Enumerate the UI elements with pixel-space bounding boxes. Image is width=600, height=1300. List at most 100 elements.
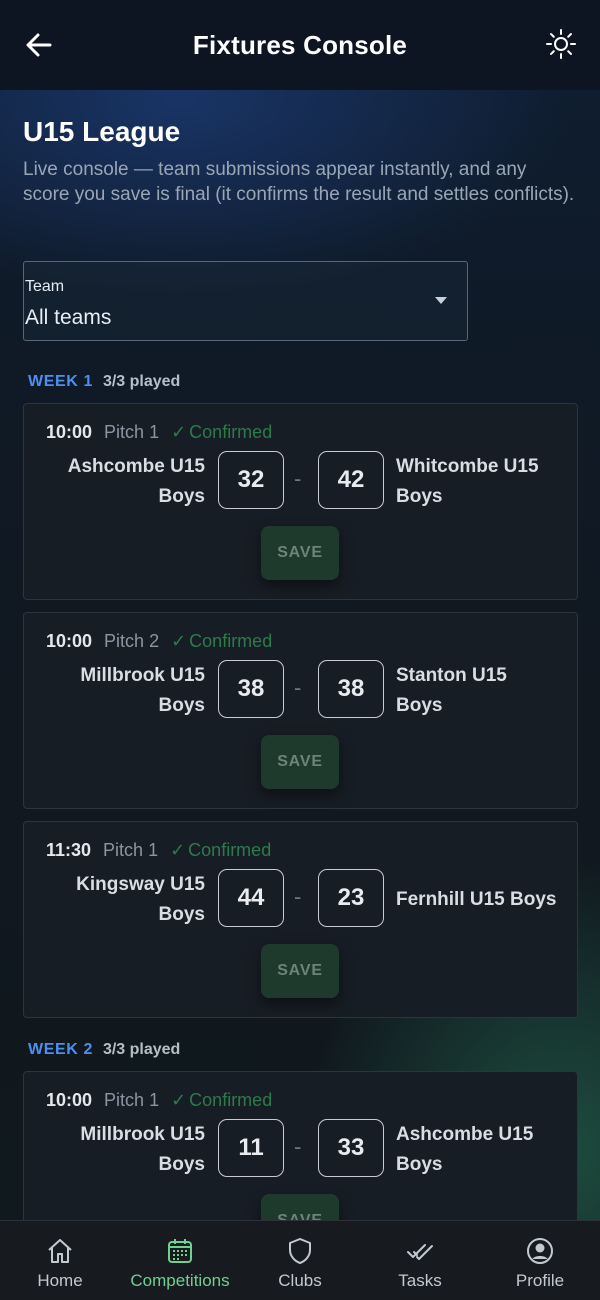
fixture-meta: 10:00 Pitch 2 ✓ Confirmed [46, 631, 272, 652]
nav-label: Tasks [398, 1271, 442, 1290]
away-team-line: Stanton U15 [396, 665, 507, 686]
home-team-line: Boys [158, 486, 205, 507]
week-label: WEEK 2 [28, 1041, 93, 1058]
home-team-line: Boys [158, 904, 205, 925]
home-score-input[interactable]: 11 [218, 1119, 284, 1177]
nav-label: Clubs [278, 1271, 322, 1290]
away-score-input[interactable]: 23 [318, 869, 384, 927]
home-team-line: Ashcombe U15 [67, 456, 205, 477]
league-description: Live console — team submissions appear i… [23, 159, 575, 205]
fixture-pitch: Pitch 1 [104, 1090, 160, 1110]
nav-label: Competitions [130, 1271, 230, 1290]
score-separator: - [294, 884, 302, 909]
team-select-value: All teams [25, 306, 112, 329]
home-team-line: Millbrook U15 [80, 665, 205, 686]
fixture-card: 10:00 Pitch 1 ✓ Confirmed Millbrook U15 Bo… [23, 1071, 578, 1220]
home-team-line: Kingsway U15 [76, 874, 205, 895]
fixture-meta: 11:30 Pitch 1 ✓ Confirmed [46, 840, 271, 861]
week-header: WEEK 2 3/3 played [28, 1041, 180, 1059]
nav-label: Home [37, 1271, 83, 1290]
away-team-line: Boys [396, 486, 443, 507]
double-check-icon [404, 1235, 436, 1267]
fixture-time: 10:00 [46, 631, 93, 651]
away-team-line: Boys [396, 695, 443, 716]
app-bar: Fixtures Console [0, 0, 600, 90]
arrow-left-icon [26, 33, 52, 57]
away-team-name: Stanton U15 Boys [396, 661, 571, 721]
save-button[interactable]: SAVE [261, 1194, 339, 1220]
home-score-input[interactable]: 32 [218, 451, 284, 509]
status-badge: ✓ Confirmed [170, 840, 271, 861]
check-icon: ✓ [171, 422, 187, 442]
week-header: WEEK 1 3/3 played [28, 373, 180, 391]
check-icon: ✓ [171, 1090, 187, 1110]
nav-item-competitions[interactable]: Competitions [120, 1221, 240, 1300]
score-separator: - [294, 466, 302, 491]
check-icon: ✓ [170, 840, 186, 860]
home-score-input[interactable]: 38 [218, 660, 284, 718]
score-separator: - [294, 1134, 302, 1159]
team-select[interactable]: Team All teams [23, 261, 468, 341]
home-team-line: Boys [158, 1154, 205, 1175]
team-select-label: Team [25, 278, 65, 295]
away-team-name: Ashcombe U15 Boys [396, 1120, 571, 1180]
fixture-time: 10:00 [46, 422, 93, 442]
away-team-line: Ashcombe U15 [396, 1124, 534, 1145]
save-button[interactable]: SAVE [261, 944, 339, 998]
fixture-time: 11:30 [46, 840, 92, 860]
fixture-time: 10:00 [46, 1090, 93, 1110]
week-label: WEEK 1 [28, 373, 93, 390]
bottom-navigation: Home Competitions Clubs Tasks Profile [0, 1220, 600, 1300]
away-team-name: Fernhill U15 Boys [396, 885, 571, 915]
status-badge: ✓ Confirmed [171, 631, 272, 652]
nav-label: Profile [515, 1271, 565, 1290]
sun-icon [546, 29, 576, 59]
nav-item-clubs[interactable]: Clubs [240, 1221, 360, 1300]
back-button[interactable] [22, 28, 56, 62]
status-text: Confirmed [188, 840, 272, 860]
nav-item-home[interactable]: Home [0, 1221, 120, 1300]
home-team-name: Millbrook U15 Boys [45, 1120, 205, 1180]
away-team-line: Whitcombe U15 [396, 456, 539, 477]
check-icon: ✓ [171, 631, 187, 651]
fixture-pitch: Pitch 1 [104, 422, 160, 442]
chevron-down-icon [435, 297, 447, 304]
fixture-card: 10:00 Pitch 1 ✓ Confirmed Ashcombe U15 Boy… [23, 403, 578, 600]
save-button[interactable]: SAVE [261, 526, 339, 580]
home-team-name: Ashcombe U15 Boys [45, 452, 205, 512]
shield-icon [284, 1235, 316, 1267]
away-team-line: Fernhill U15 Boys [396, 889, 557, 910]
fixture-meta: 10:00 Pitch 1 ✓ Confirmed [46, 422, 272, 443]
status-text: Confirmed [189, 1090, 273, 1110]
home-icon [44, 1235, 76, 1267]
away-score-input[interactable]: 42 [318, 451, 384, 509]
away-team-name: Whitcombe U15 Boys [396, 452, 571, 512]
away-score-input[interactable]: 38 [318, 660, 384, 718]
home-team-name: Millbrook U15 Boys [45, 661, 205, 721]
league-title: U15 League [23, 116, 181, 147]
account-circle-icon [524, 1235, 556, 1267]
fixture-meta: 10:00 Pitch 1 ✓ Confirmed [46, 1090, 272, 1111]
away-score-input[interactable]: 33 [318, 1119, 384, 1177]
nav-item-profile[interactable]: Profile [480, 1221, 600, 1300]
nav-item-tasks[interactable]: Tasks [360, 1221, 480, 1300]
theme-toggle-button[interactable] [544, 27, 578, 61]
away-team-line: Boys [396, 1154, 443, 1175]
calendar-icon [164, 1235, 196, 1267]
home-team-name: Kingsway U15 Boys [45, 870, 205, 930]
status-badge: ✓ Confirmed [171, 1090, 272, 1111]
status-text: Confirmed [189, 631, 273, 651]
fixture-pitch: Pitch 1 [103, 840, 159, 860]
home-team-line: Millbrook U15 [80, 1124, 205, 1145]
score-separator: - [294, 675, 302, 700]
home-team-line: Boys [158, 695, 205, 716]
week-played-count: 3/3 played [102, 1041, 181, 1058]
save-button[interactable]: SAVE [261, 735, 339, 789]
fixture-card: 11:30 Pitch 1 ✓ Confirmed Kingsway U15 Boy… [23, 821, 578, 1018]
status-badge: ✓ Confirmed [171, 422, 272, 443]
main-content: U15 League Live console — team submissio… [0, 90, 600, 1220]
status-text: Confirmed [189, 422, 273, 442]
fixture-card: 10:00 Pitch 2 ✓ Confirmed Millbrook U15 Bo… [23, 612, 578, 809]
week-played-count: 3/3 played [102, 373, 181, 390]
home-score-input[interactable]: 44 [218, 869, 284, 927]
